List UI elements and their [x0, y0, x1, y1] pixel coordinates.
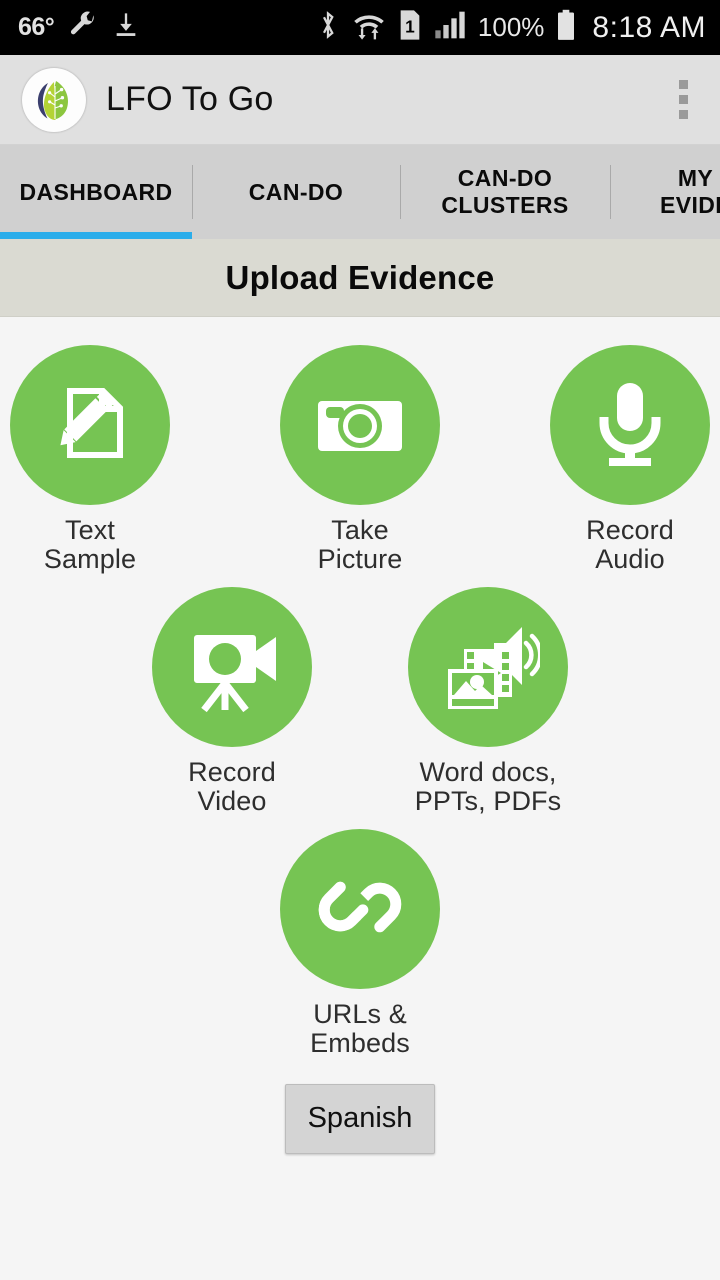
- tile-label-line1: Record: [188, 757, 276, 788]
- status-bar: 66° 1 100% 8:18 AM: [0, 0, 720, 55]
- overflow-dot: [678, 80, 688, 89]
- record-video-circle[interactable]: [152, 587, 312, 748]
- status-bar-right: 1 100% 8:18 AM: [316, 9, 706, 46]
- tile-record-video[interactable]: Record Video: [142, 587, 322, 815]
- app-title: LFO To Go: [106, 80, 274, 118]
- upload-evidence-content: Text Sample Take Picture Record Audio Re…: [0, 317, 720, 1280]
- microphone-icon: [582, 375, 678, 476]
- tile-label-line2: PPTs, PDFs: [414, 785, 562, 816]
- temperature-indicator: 66°: [18, 13, 55, 41]
- tile-record-audio-label: Record Audio: [586, 516, 674, 573]
- tile-label-line2: Video: [197, 785, 267, 816]
- battery-percent-label: 100%: [477, 12, 545, 42]
- tab-evidence-label-line2: EVIDE: [660, 192, 720, 218]
- tile-row-1: Text Sample Take Picture Record Audio: [0, 345, 720, 573]
- tab-clusters-label-line2: CLUSTERS: [441, 192, 569, 218]
- wifi-icon: [352, 9, 386, 46]
- tile-urls-embeds[interactable]: URLs & Embeds: [270, 829, 450, 1057]
- tile-label-line1: Record: [586, 515, 674, 545]
- spanish-language-button[interactable]: Spanish: [284, 1083, 436, 1154]
- text-sample-circle[interactable]: [10, 345, 170, 505]
- wrench-icon: [68, 10, 98, 45]
- tab-can-do-clusters[interactable]: CAN-DO CLUSTERS: [400, 145, 610, 239]
- tile-label-line1: URLs &: [313, 999, 407, 1030]
- tile-take-picture-label: Take Picture: [318, 516, 403, 573]
- svg-text:1: 1: [405, 16, 415, 36]
- tile-row-3: URLs & Embeds: [0, 829, 720, 1057]
- download-icon: [112, 11, 140, 44]
- battery-icon: [556, 9, 576, 46]
- tab-dashboard-label: DASHBOARD: [19, 178, 173, 205]
- lfo-leaf-logo: [22, 67, 86, 132]
- tile-label-line1: Text: [65, 515, 115, 545]
- tab-clusters-label-line1: CAN-DO: [457, 165, 553, 192]
- tile-label-line2: Audio: [595, 543, 665, 574]
- app-screen: 66° 1 100% 8:18 AM LFO To Go DASHBOARD C…: [0, 0, 720, 1280]
- video-camera-icon: [180, 613, 284, 722]
- tab-can-do-label: CAN-DO: [248, 178, 344, 205]
- tile-label-line2: Embeds: [310, 1028, 410, 1059]
- tile-label-line2: Sample: [43, 543, 137, 574]
- overflow-menu-button[interactable]: [666, 70, 700, 130]
- tile-label-line1: Take: [331, 515, 389, 545]
- tile-record-video-label: Record Video: [188, 758, 276, 815]
- multimedia-files-icon: [436, 613, 543, 722]
- clock-label: 8:18 AM: [592, 10, 706, 44]
- bluetooth-icon: [316, 9, 340, 46]
- tile-text-sample[interactable]: Text Sample: [0, 345, 180, 573]
- app-bar: LFO To Go: [0, 55, 720, 145]
- status-bar-left: 66°: [18, 10, 140, 45]
- tile-row-2: Record Video Word docs, PPTs, PDFs: [0, 587, 720, 815]
- tile-take-picture[interactable]: Take Picture: [270, 345, 450, 573]
- document-pencil-icon: [40, 373, 140, 478]
- tile-text-sample-label: Text Sample: [44, 516, 136, 573]
- tab-evidence-label-line1: MY: [677, 165, 714, 192]
- tile-label-line2: Picture: [317, 543, 403, 574]
- tab-my-evidence[interactable]: MY EVIDE: [610, 145, 720, 239]
- active-tab-indicator: [0, 232, 192, 239]
- overflow-dot: [678, 110, 688, 119]
- chain-link-icon: [310, 857, 410, 962]
- tab-can-do[interactable]: CAN-DO: [192, 145, 400, 239]
- page-title: Upload Evidence: [225, 258, 495, 296]
- record-audio-circle[interactable]: [550, 345, 710, 505]
- overflow-dot: [678, 95, 688, 104]
- documents-circle[interactable]: [408, 587, 568, 748]
- footer-actions: Spanish: [0, 1058, 720, 1154]
- sim-1-icon: 1: [398, 9, 422, 46]
- tile-record-audio[interactable]: Record Audio: [540, 345, 720, 573]
- tile-urls-embeds-label: URLs & Embeds: [310, 1000, 410, 1057]
- tab-dashboard[interactable]: DASHBOARD: [0, 145, 192, 239]
- signal-icon: [434, 10, 466, 45]
- tab-bar[interactable]: DASHBOARD CAN-DO CAN-DO CLUSTERS MY EVID…: [0, 145, 720, 239]
- tile-documents-label: Word docs, PPTs, PDFs: [415, 758, 562, 815]
- camera-icon: [308, 371, 412, 480]
- tile-documents[interactable]: Word docs, PPTs, PDFs: [398, 587, 578, 815]
- urls-embeds-circle[interactable]: [280, 829, 440, 990]
- tile-label-line1: Word docs,: [419, 757, 557, 788]
- section-header: Upload Evidence: [0, 239, 720, 317]
- take-picture-circle[interactable]: [280, 345, 440, 505]
